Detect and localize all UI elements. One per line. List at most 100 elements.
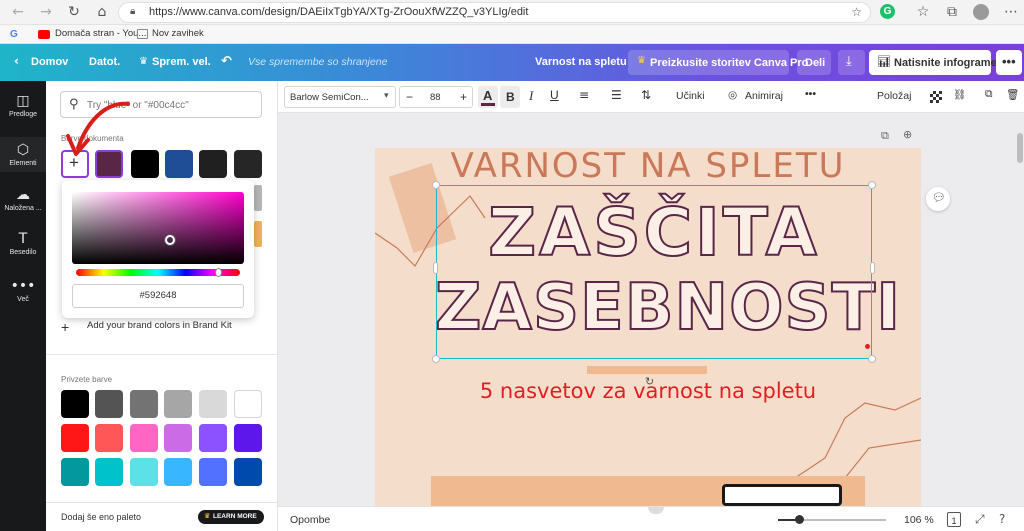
design-heading[interactable]: VARNOST NA SPLETU — [375, 148, 921, 186]
bookmark-new-tab[interactable]: Nov zavihek — [152, 28, 204, 39]
font-family-select[interactable]: Barlow SemiCon... ▾ — [284, 86, 396, 108]
default-color-swatch[interactable] — [95, 424, 123, 452]
forward-icon[interactable]: → — [38, 4, 54, 20]
animate-button[interactable]: Animiraj — [745, 90, 783, 102]
default-color-swatch[interactable] — [199, 424, 227, 452]
default-color-swatch[interactable] — [61, 390, 89, 418]
address-bar[interactable]: 🔒︎ https://www.canva.com/design/DAEiIxTg… — [118, 2, 871, 23]
default-color-swatch[interactable] — [130, 390, 158, 418]
rail-item-elements[interactable]: ⬡ Elementi — [0, 137, 46, 172]
resize-handle[interactable] — [868, 181, 876, 189]
profile-avatar[interactable] — [973, 4, 989, 20]
default-color-swatch[interactable] — [234, 390, 262, 418]
comment-button[interactable]: 💬︎ — [926, 187, 950, 211]
google-icon[interactable]: G — [10, 29, 18, 40]
rail-item-more[interactable]: ••• Več — [0, 278, 46, 303]
default-color-swatch[interactable] — [234, 424, 262, 452]
default-color-swatch[interactable] — [95, 390, 123, 418]
saturation-area[interactable] — [72, 192, 244, 264]
learn-more-button[interactable]: ♛ LEARN MORE — [198, 510, 264, 524]
reload-icon[interactable]: ↻ — [66, 4, 82, 20]
align-center-icon[interactable]: ≡ — [579, 88, 589, 102]
selection-box[interactable] — [436, 185, 872, 359]
file-menu[interactable]: Datot. — [89, 56, 120, 68]
fullscreen-icon[interactable]: ⤢ — [975, 512, 985, 527]
resize-handle[interactable] — [868, 355, 876, 363]
resize-handle[interactable] — [870, 262, 875, 274]
design-subtitle[interactable]: 5 nasvetov za varnost na spletu — [375, 379, 921, 403]
font-size-value[interactable]: 88 — [430, 92, 441, 103]
duplicate-icon[interactable]: ⧉ — [985, 88, 993, 101]
default-color-swatch[interactable] — [164, 390, 192, 418]
zoom-slider-handle[interactable] — [795, 515, 804, 524]
rail-item-text[interactable]: T Besedilo — [0, 231, 46, 256]
text-color-button[interactable]: A — [478, 86, 498, 108]
add-palette-link[interactable]: Dodaj še eno paleto — [61, 512, 141, 522]
default-color-swatch[interactable] — [61, 424, 89, 452]
home-link[interactable]: Domov — [31, 56, 68, 68]
position-button[interactable]: Položaj — [877, 90, 911, 102]
default-color-swatch[interactable] — [164, 424, 192, 452]
resize-button[interactable]: Sprem. vel. — [152, 56, 211, 68]
favorite-star-icon[interactable]: ☆ — [851, 5, 862, 19]
increase-size-button[interactable]: + — [460, 90, 467, 104]
resize-handle[interactable] — [432, 181, 440, 189]
print-infographics-button[interactable]: 📊︎ Natisnite infograme — [869, 50, 997, 75]
chevron-left-icon[interactable]: ‹ — [14, 54, 19, 68]
try-pro-button[interactable]: ♛ Preizkusite storitev Canva Pro — [628, 50, 808, 75]
default-color-swatch[interactable] — [234, 458, 262, 486]
trash-icon[interactable]: 🗑︎ — [1006, 88, 1019, 101]
link-icon[interactable]: ⛓ — [953, 88, 966, 101]
hue-handle[interactable] — [215, 268, 222, 277]
undo-icon[interactable]: ↶ — [221, 54, 232, 69]
vertical-scrollbar[interactable] — [1017, 133, 1023, 163]
zoom-value[interactable]: 106 % — [904, 514, 934, 526]
document-color-swatch[interactable] — [165, 150, 193, 178]
more-icon[interactable]: ••• — [805, 88, 816, 100]
default-color-swatch[interactable] — [61, 458, 89, 486]
share-button[interactable]: Deli — [797, 50, 831, 75]
notes-button[interactable]: Opombe — [290, 514, 330, 526]
design-page[interactable]: VARNOST NA SPLETU ZAŠČITA ZASEBNOSTI ↻ 5… — [375, 148, 921, 506]
bold-button[interactable]: B — [500, 86, 520, 108]
grammarly-extension-icon[interactable]: G — [880, 4, 895, 19]
underline-button[interactable]: U — [550, 88, 559, 102]
help-icon[interactable]: ? — [999, 512, 1005, 526]
document-color-swatch[interactable] — [234, 150, 262, 178]
font-size-stepper[interactable]: − 88 + — [399, 86, 473, 108]
download-button[interactable]: ⤓ — [838, 50, 865, 75]
more-options-button[interactable]: ••• — [996, 50, 1022, 75]
spacing-icon[interactable]: ⇅ — [641, 88, 651, 102]
collections-icon[interactable]: ⧉ — [944, 4, 960, 20]
hex-input[interactable]: #592648 — [72, 284, 244, 308]
default-color-swatch[interactable] — [130, 458, 158, 486]
default-color-swatch[interactable] — [95, 458, 123, 486]
effects-button[interactable]: Učinki — [676, 90, 705, 102]
italic-button[interactable]: I — [529, 88, 533, 104]
expand-pages-handle[interactable] — [648, 507, 664, 514]
bottom-label-box[interactable] — [722, 484, 842, 506]
saturation-handle[interactable] — [165, 235, 175, 245]
add-page-icon[interactable]: ⊕ — [903, 128, 912, 141]
resize-handle[interactable] — [432, 355, 440, 363]
bookmark-youtube[interactable]: Domača stran - You... — [55, 28, 146, 39]
default-color-swatch[interactable] — [130, 424, 158, 452]
duplicate-page-icon[interactable]: ⧉ — [881, 129, 889, 143]
back-icon[interactable]: ← — [10, 4, 26, 20]
resize-handle[interactable] — [433, 262, 438, 274]
decrease-size-button[interactable]: − — [406, 90, 413, 104]
home-icon[interactable]: ⌂ — [94, 4, 110, 20]
document-color-swatch[interactable] — [199, 150, 227, 178]
rail-item-uploads[interactable]: ☁ Naložena ... — [0, 187, 46, 212]
transparency-icon[interactable] — [930, 91, 942, 103]
design-title[interactable]: Varnost na spletu — [535, 56, 627, 68]
rail-item-templates[interactable]: ◫ Predloge — [0, 93, 46, 118]
favorites-icon[interactable]: ☆ — [915, 4, 931, 20]
default-color-swatch[interactable] — [199, 390, 227, 418]
default-color-swatch[interactable] — [164, 458, 192, 486]
page-count-button[interactable]: 1 — [947, 512, 961, 527]
brand-kit-link[interactable]: Add your brand colors in Brand Kit — [87, 320, 232, 331]
browser-menu-icon[interactable]: ⋯ — [1003, 4, 1019, 20]
list-icon[interactable]: ☰ — [611, 88, 622, 102]
default-color-swatch[interactable] — [199, 458, 227, 486]
